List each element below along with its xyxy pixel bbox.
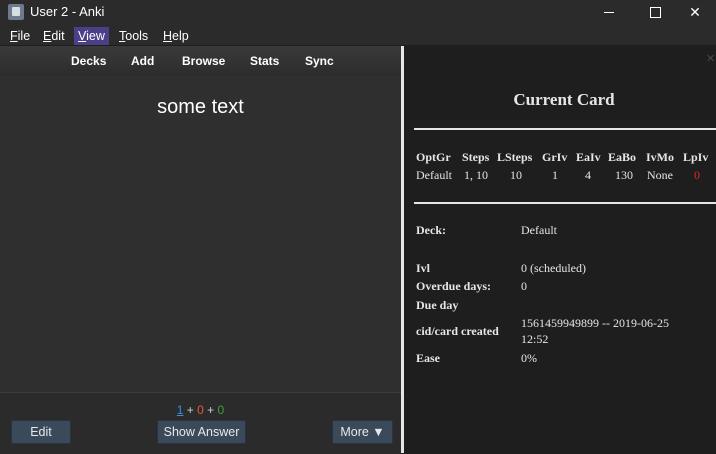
overdue-days-value: 0 xyxy=(521,279,527,293)
options-header-steps: Steps xyxy=(462,150,490,164)
deck-value: Default xyxy=(521,223,557,237)
menu-bar: File Edit View Tools Help xyxy=(0,25,716,45)
options-value-ivmo: None xyxy=(647,168,673,182)
toolbar-decks-link[interactable]: Decks xyxy=(71,54,106,68)
menu-file-label: ile xyxy=(17,29,31,43)
toolbar-stats-link[interactable]: Stats xyxy=(250,54,279,68)
options-header-griv: GrIv xyxy=(542,150,568,164)
options-value-eabo: 130 xyxy=(615,168,633,182)
options-value-steps: 1, 10 xyxy=(464,168,488,182)
menu-view[interactable]: View xyxy=(74,27,109,45)
options-value-eaiv: 4 xyxy=(585,168,591,182)
card-info-pane: ✕ Current Card OptGr Steps LSteps GrIv E… xyxy=(404,46,716,453)
title-bar: User 2 - Anki ✕ xyxy=(0,0,716,25)
show-answer-button[interactable]: Show Answer xyxy=(157,420,246,444)
cid-created-label: cid/card created xyxy=(416,324,499,338)
overdue-days-label: Overdue days: xyxy=(416,279,491,293)
minimize-button[interactable] xyxy=(586,0,632,25)
more-button[interactable]: More ▼ xyxy=(332,420,393,444)
card-question-text: some text xyxy=(157,96,244,118)
menu-tools[interactable]: Tools xyxy=(115,27,152,45)
cid-created-value: 1561459949899 -- 2019-06-25 xyxy=(521,316,669,330)
reviewer-pane: Decks Add Browse Stats Sync some text 1 … xyxy=(0,46,401,454)
options-value-griv: 1 xyxy=(552,168,558,182)
ivl-label: Ivl xyxy=(416,261,431,275)
main-toolbar: Decks Add Browse Stats Sync xyxy=(0,46,401,76)
anki-app-icon xyxy=(8,4,24,20)
count-separator: + xyxy=(183,403,198,417)
menu-edit-label: dit xyxy=(51,29,65,43)
divider xyxy=(414,128,716,130)
deck-label: Deck: xyxy=(416,223,446,237)
count-separator: + xyxy=(203,403,218,417)
options-value-lsteps: 10 xyxy=(510,168,522,182)
toolbar-browse-link[interactable]: Browse xyxy=(182,54,225,68)
ease-label: Ease xyxy=(416,351,440,365)
window-title: User 2 - Anki xyxy=(30,4,105,19)
menu-file-mnemonic: F xyxy=(10,29,18,43)
ease-value: 0% xyxy=(521,351,537,365)
due-day-label: Due day xyxy=(416,298,459,312)
reviewer-bottom-bar: 1 + 0 + 0 Edit Show Answer More ▼ xyxy=(0,392,401,454)
minimize-icon xyxy=(604,12,614,13)
edit-button[interactable]: Edit xyxy=(11,420,71,444)
options-header-eaiv: EaIv xyxy=(576,150,601,164)
menu-view-mnemonic: V xyxy=(78,29,87,43)
options-header-lpiv: LpIv xyxy=(683,150,709,164)
options-header-ivmo: IvMo xyxy=(646,150,674,164)
menu-help-label: elp xyxy=(172,29,189,43)
learn-count: 0 xyxy=(197,403,204,417)
dock-close-icon[interactable]: ✕ xyxy=(706,52,715,65)
cid-created-time: 12:52 xyxy=(521,332,549,346)
menu-view-label: iew xyxy=(86,29,105,43)
card-info-title: Current Card xyxy=(513,90,615,109)
options-header-eabo: EaBo xyxy=(608,150,637,164)
close-button[interactable]: ✕ xyxy=(672,0,716,25)
toolbar-add-link[interactable]: Add xyxy=(131,54,154,68)
options-value-lpiv: 0 xyxy=(694,168,700,182)
menu-tools-label: ools xyxy=(125,29,149,43)
close-icon: ✕ xyxy=(689,4,701,20)
menu-help-mnemonic: H xyxy=(163,29,173,43)
options-header-lsteps: LSteps xyxy=(497,150,533,164)
review-count: 0 xyxy=(217,403,225,417)
maximize-icon xyxy=(649,7,661,18)
menu-edit[interactable]: Edit xyxy=(39,27,69,45)
options-value-optgr: Default xyxy=(416,168,452,182)
toolbar-sync-link[interactable]: Sync xyxy=(305,54,334,68)
options-header-optgr: OptGr xyxy=(416,150,451,164)
ivl-value: 0 (scheduled) xyxy=(521,261,586,275)
menu-file[interactable]: File xyxy=(6,27,34,45)
divider xyxy=(414,202,716,204)
menu-help[interactable]: Help xyxy=(159,27,193,45)
due-counts: 1 + 0 + 0 xyxy=(0,403,401,417)
